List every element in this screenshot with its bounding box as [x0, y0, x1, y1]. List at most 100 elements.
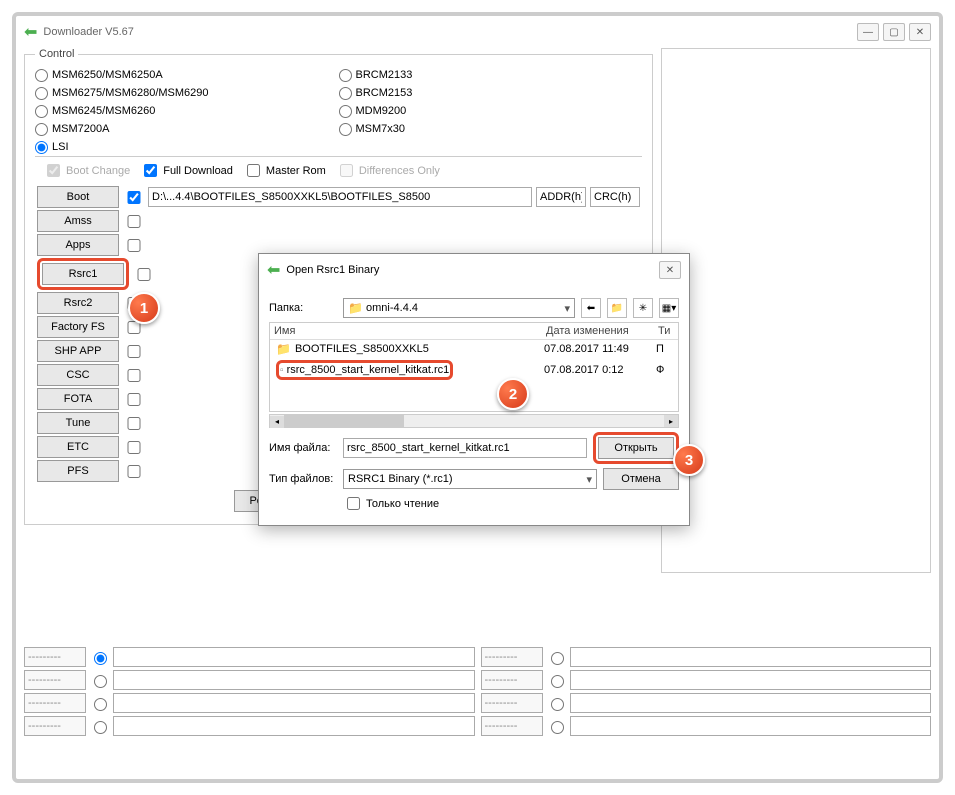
shp-check[interactable]	[127, 345, 141, 358]
status-bar-4b	[570, 716, 932, 736]
crc-input[interactable]	[590, 187, 640, 207]
callout-badge-2: 2	[497, 378, 529, 410]
full-download-check[interactable]	[144, 164, 157, 177]
col-date[interactable]: Дата изменения	[546, 325, 658, 337]
apps-button[interactable]: Apps	[37, 234, 119, 256]
status-radio-2a[interactable]	[94, 675, 107, 688]
boot-path-input[interactable]	[148, 187, 532, 207]
filetype-label: Тип файлов:	[269, 473, 337, 485]
folder-combo[interactable]: 📁 omni-4.4.4	[343, 298, 575, 318]
csc-check[interactable]	[127, 369, 141, 382]
callout-badge-1: 1	[128, 292, 160, 324]
callout-badge-3: 3	[673, 444, 705, 476]
etc-button[interactable]: ETC	[37, 436, 119, 458]
minimize-button[interactable]: —	[857, 23, 879, 41]
filename-label: Имя файла:	[269, 442, 337, 454]
status-radio-4a[interactable]	[94, 721, 107, 734]
file-list[interactable]: Имя Дата изменения Ти 📁BOOTFILES_S8500XX…	[269, 322, 679, 412]
tune-button[interactable]: Tune	[37, 412, 119, 434]
etc-check[interactable]	[127, 441, 141, 454]
radio-msm6275[interactable]	[35, 87, 48, 100]
boot-change-check	[47, 164, 60, 177]
status-bar-3a	[113, 693, 475, 713]
status-radio-3a[interactable]	[94, 698, 107, 711]
shp-button[interactable]: SHP APP	[37, 340, 119, 362]
file-icon: ▫	[280, 365, 284, 376]
nav-back-icon[interactable]: ⬅	[581, 298, 601, 318]
close-button[interactable]: ✕	[909, 23, 931, 41]
file-row-rc1[interactable]: ▫ rsrc_8500_start_kernel_kitkat.rc1 07.0…	[270, 358, 678, 382]
fota-button[interactable]: FOTA	[37, 388, 119, 410]
boot-check[interactable]	[127, 191, 141, 204]
status-bar-2a	[113, 670, 475, 690]
dialog-close-button[interactable]: ✕	[659, 261, 681, 279]
side-panel	[661, 48, 931, 573]
status-box-1b: ---------	[481, 647, 543, 667]
maximize-button[interactable]: ▢	[883, 23, 905, 41]
status-radio-4b[interactable]	[551, 721, 564, 734]
status-box-4a: ---------	[24, 716, 86, 736]
radio-lsi[interactable]	[35, 141, 48, 154]
pfs-button[interactable]: PFS	[37, 460, 119, 482]
status-bar-1a	[113, 647, 475, 667]
rsrc2-button[interactable]: Rsrc2	[37, 292, 119, 314]
filetype-combo[interactable]: RSRC1 Binary (*.rc1)	[343, 469, 597, 489]
dialog-title: Open Rsrc1 Binary	[286, 264, 379, 276]
amss-check[interactable]	[127, 215, 141, 228]
view-menu-icon[interactable]: ▦▾	[659, 298, 679, 318]
radio-brcm2133[interactable]	[339, 69, 352, 82]
status-bar-3b	[570, 693, 932, 713]
window-title: Downloader V5.67	[43, 26, 857, 38]
radio-brcm2153[interactable]	[339, 87, 352, 100]
master-rom-check[interactable]	[247, 164, 260, 177]
col-type[interactable]: Ти	[658, 325, 674, 337]
status-grid: --------- --------- --------- --------- …	[16, 638, 939, 745]
dialog-back-icon[interactable]: ⬅	[267, 260, 280, 280]
addr-input[interactable]	[536, 187, 586, 207]
radio-mdm9200[interactable]	[339, 105, 352, 118]
back-arrow-icon[interactable]: ⬅	[24, 22, 37, 42]
status-radio-3b[interactable]	[551, 698, 564, 711]
radio-msm6245[interactable]	[35, 105, 48, 118]
status-box-3a: ---------	[24, 693, 86, 713]
open-button[interactable]: Открыть	[598, 437, 674, 459]
titlebar: ⬅ Downloader V5.67 — ▢ ✕	[16, 16, 939, 48]
boot-button[interactable]: Boot	[37, 186, 119, 208]
filename-input[interactable]	[343, 438, 587, 458]
file-row-folder[interactable]: 📁BOOTFILES_S8500XXKL5 07.08.2017 11:49 П	[270, 340, 678, 358]
status-radio-1a[interactable]	[94, 652, 107, 665]
status-box-3b: ---------	[481, 693, 543, 713]
nav-up-icon[interactable]: 📁	[607, 298, 627, 318]
radio-msm7x30[interactable]	[339, 123, 352, 136]
status-radio-1b[interactable]	[551, 652, 564, 665]
status-box-4b: ---------	[481, 716, 543, 736]
fota-check[interactable]	[127, 393, 141, 406]
apps-check[interactable]	[127, 239, 141, 252]
folder-label: Папка:	[269, 302, 337, 314]
rsrc1-check[interactable]	[137, 268, 151, 281]
pfs-check[interactable]	[127, 465, 141, 478]
status-box-1a: ---------	[24, 647, 86, 667]
folder-icon: 📁	[348, 301, 363, 315]
horizontal-scrollbar[interactable]: ◂▸	[269, 414, 679, 428]
radio-msm7200a[interactable]	[35, 123, 48, 136]
cancel-button[interactable]: Отмена	[603, 468, 679, 490]
tune-check[interactable]	[127, 417, 141, 430]
csc-button[interactable]: CSC	[37, 364, 119, 386]
open-file-dialog: ⬅ Open Rsrc1 Binary ✕ Папка: 📁 omni-4.4.…	[258, 253, 690, 526]
amss-button[interactable]: Amss	[37, 210, 119, 232]
rsrc1-button[interactable]: Rsrc1	[42, 263, 124, 285]
status-bar-2b	[570, 670, 932, 690]
nav-new-icon[interactable]: ✳	[633, 298, 653, 318]
folder-icon: 📁	[276, 342, 291, 356]
status-bar-4a	[113, 716, 475, 736]
radio-msm6250[interactable]	[35, 69, 48, 82]
status-box-2b: ---------	[481, 670, 543, 690]
factory-button[interactable]: Factory FS	[37, 316, 119, 338]
col-name[interactable]: Имя	[274, 325, 546, 337]
status-radio-2b[interactable]	[551, 675, 564, 688]
readonly-check[interactable]	[347, 497, 360, 510]
status-box-2a: ---------	[24, 670, 86, 690]
control-legend: Control	[35, 48, 78, 60]
diff-only-check	[340, 164, 353, 177]
